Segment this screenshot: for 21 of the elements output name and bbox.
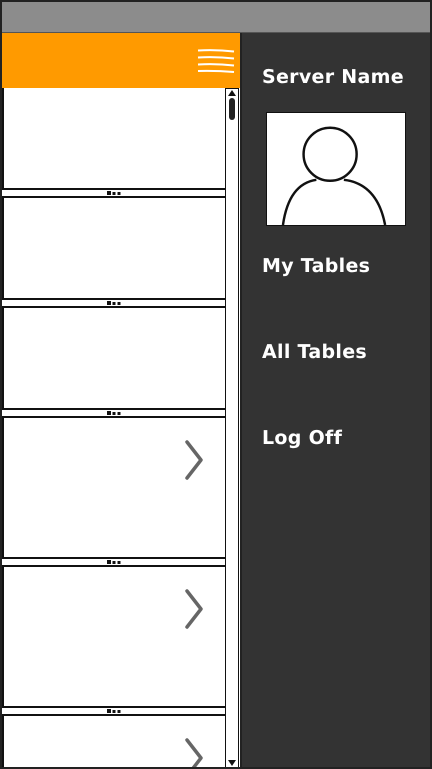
scroll-down-icon[interactable] (227, 759, 237, 767)
row-handle[interactable] (2, 298, 225, 308)
chevron-right-icon (185, 440, 203, 480)
row-handle[interactable] (2, 408, 225, 418)
dots-icon (106, 301, 120, 305)
dots-icon (106, 709, 120, 713)
menu-item[interactable]: All Tables (262, 341, 370, 363)
scroll-thumb[interactable] (229, 98, 235, 120)
server-name: Server Name (262, 66, 404, 88)
chevron-right-icon (185, 589, 203, 629)
dots-icon (106, 191, 120, 195)
dots-icon (106, 560, 120, 564)
chevron-right-icon (185, 738, 203, 767)
row-handle[interactable] (2, 188, 225, 198)
dots-icon (106, 411, 120, 415)
scrollbar[interactable] (225, 88, 239, 767)
row-handle[interactable] (2, 706, 225, 716)
menu-item[interactable]: My Tables (262, 255, 370, 277)
row-handle[interactable] (2, 557, 225, 567)
avatar-icon (266, 112, 406, 226)
menu-item[interactable]: Log Off (262, 427, 370, 449)
